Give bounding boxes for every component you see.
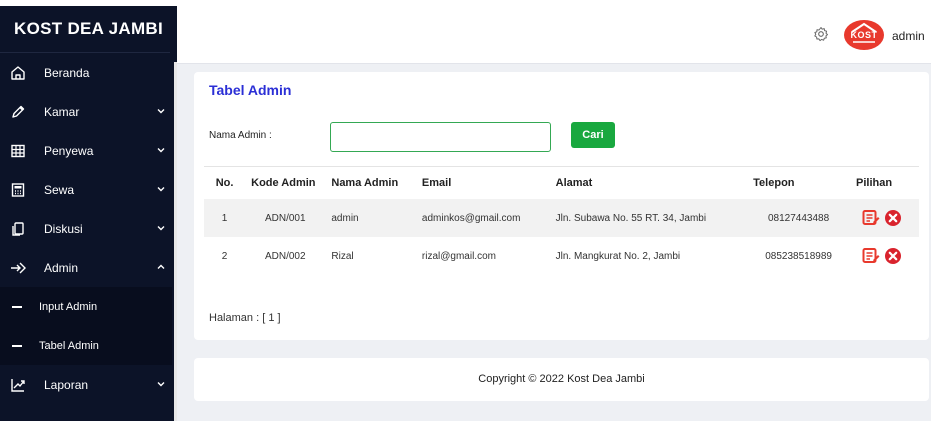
chart-trend-icon <box>9 376 27 394</box>
pagination: Halaman : [ 1 ] <box>209 312 281 324</box>
sidebar-item-label: Diskusi <box>44 221 83 236</box>
chevron-down-icon <box>157 382 165 387</box>
chevron-down-icon <box>157 187 165 192</box>
brand-title[interactable]: KOST DEA JAMBI <box>0 6 170 53</box>
column-header: Pilihan <box>856 177 893 189</box>
dash-icon <box>12 305 22 308</box>
delete-icon[interactable] <box>884 209 902 227</box>
sidebar-item-label: Laporan <box>44 377 89 392</box>
table-row: 2 ADN/002 Rizal rizal@gmail.com Jln. Man… <box>204 237 919 275</box>
edit-icon[interactable] <box>862 247 880 265</box>
sidebar: KOST DEA JAMBI Beranda Kamar Penyewa Sew… <box>0 6 177 421</box>
cell-alamat: Jln. Mangkurat No. 2, Jambi <box>555 250 681 262</box>
chevron-down-icon <box>157 226 165 231</box>
sidebar-subitem-tabel-admin[interactable]: Tabel Admin <box>0 326 172 365</box>
user-name[interactable]: admin <box>892 29 925 43</box>
column-header: Email <box>421 177 452 189</box>
sidebar-item-label: Kamar <box>44 104 80 119</box>
sidebar-item-beranda[interactable]: Beranda <box>0 53 172 92</box>
search-label: Nama Admin : <box>209 130 272 141</box>
edit-icon[interactable] <box>862 209 880 227</box>
cell-actions <box>850 199 919 237</box>
sidebar-item-label: Sewa <box>44 182 75 197</box>
column-header: Kode Admin <box>251 177 316 189</box>
logo-text: KOST <box>850 30 878 40</box>
search-button[interactable]: Cari <box>571 122 615 148</box>
sidebar-subitem-input-admin[interactable]: Input Admin <box>0 287 172 326</box>
sidebar-menu: Beranda Kamar Penyewa Sewa Diskusi Admin… <box>0 53 172 404</box>
search-input[interactable] <box>330 122 551 152</box>
chevron-up-icon <box>157 264 165 269</box>
pencil-icon <box>9 103 27 121</box>
cell-no: 1 <box>204 199 246 237</box>
chevron-down-icon <box>157 109 165 114</box>
footer-copyright: Copyright © 2022 Kost Dea Jambi <box>194 358 929 401</box>
sidebar-item-laporan[interactable]: Laporan <box>0 365 172 404</box>
sidebar-item-sewa[interactable]: Sewa <box>0 170 172 209</box>
sidebar-item-kamar[interactable]: Kamar <box>0 92 172 131</box>
delete-icon[interactable] <box>884 247 902 265</box>
login-arrow-icon <box>9 259 27 277</box>
pagination-pages[interactable]: [ 1 ] <box>262 312 280 324</box>
calculator-icon <box>9 181 27 199</box>
cell-telepon: 08127443488 <box>747 199 851 237</box>
sidebar-item-label: Penyewa <box>44 143 94 158</box>
cell-email: rizal@gmail.com <box>421 250 496 262</box>
pagination-label: Halaman : <box>209 312 260 324</box>
gear-icon[interactable] <box>813 26 829 42</box>
cell-actions <box>850 237 919 275</box>
table-header-row: No. Kode Admin Nama Admin Email Alamat T… <box>204 167 919 199</box>
cell-kode: ADN/002 <box>264 250 306 262</box>
sidebar-item-label: Admin <box>44 260 79 275</box>
cell-kode: ADN/001 <box>245 199 326 237</box>
copy-icon <box>9 220 27 238</box>
home-icon <box>9 64 27 82</box>
cell-telepon: 085238518989 <box>765 250 832 262</box>
page-title: Tabel Admin <box>209 82 292 98</box>
column-header: Telepon <box>753 177 795 189</box>
admin-table: No. Kode Admin Nama Admin Email Alamat T… <box>204 167 919 275</box>
user-avatar-logo[interactable]: KOST <box>844 20 884 50</box>
sidebar-item-diskusi[interactable]: Diskusi <box>0 209 172 248</box>
sidebar-item-label: Beranda <box>44 65 90 80</box>
cell-alamat: Jln. Subawa No. 55 RT. 34, Jambi <box>549 199 748 237</box>
cell-nama: Rizal <box>331 250 354 262</box>
dash-icon <box>12 344 22 347</box>
admin-table-card: Tabel Admin Nama Admin : Cari No. Kode A… <box>194 72 929 340</box>
sidebar-item-penyewa[interactable]: Penyewa <box>0 131 172 170</box>
column-header: No. <box>215 177 234 189</box>
sidebar-item-admin[interactable]: Admin <box>0 248 172 287</box>
table-grid-icon <box>9 142 27 160</box>
sidebar-subitem-label: Tabel Admin <box>39 339 99 352</box>
cell-email: adminkos@gmail.com <box>415 199 550 237</box>
cell-no: 2 <box>221 250 228 262</box>
sidebar-scrollbar[interactable] <box>174 62 177 421</box>
chevron-down-icon <box>157 148 165 153</box>
table-row: 1 ADN/001 admin adminkos@gmail.com Jln. … <box>204 199 919 237</box>
column-header: Nama Admin <box>331 177 399 189</box>
column-header: Alamat <box>555 177 593 189</box>
cell-nama: admin <box>325 199 416 237</box>
sidebar-subitem-label: Input Admin <box>39 300 98 313</box>
